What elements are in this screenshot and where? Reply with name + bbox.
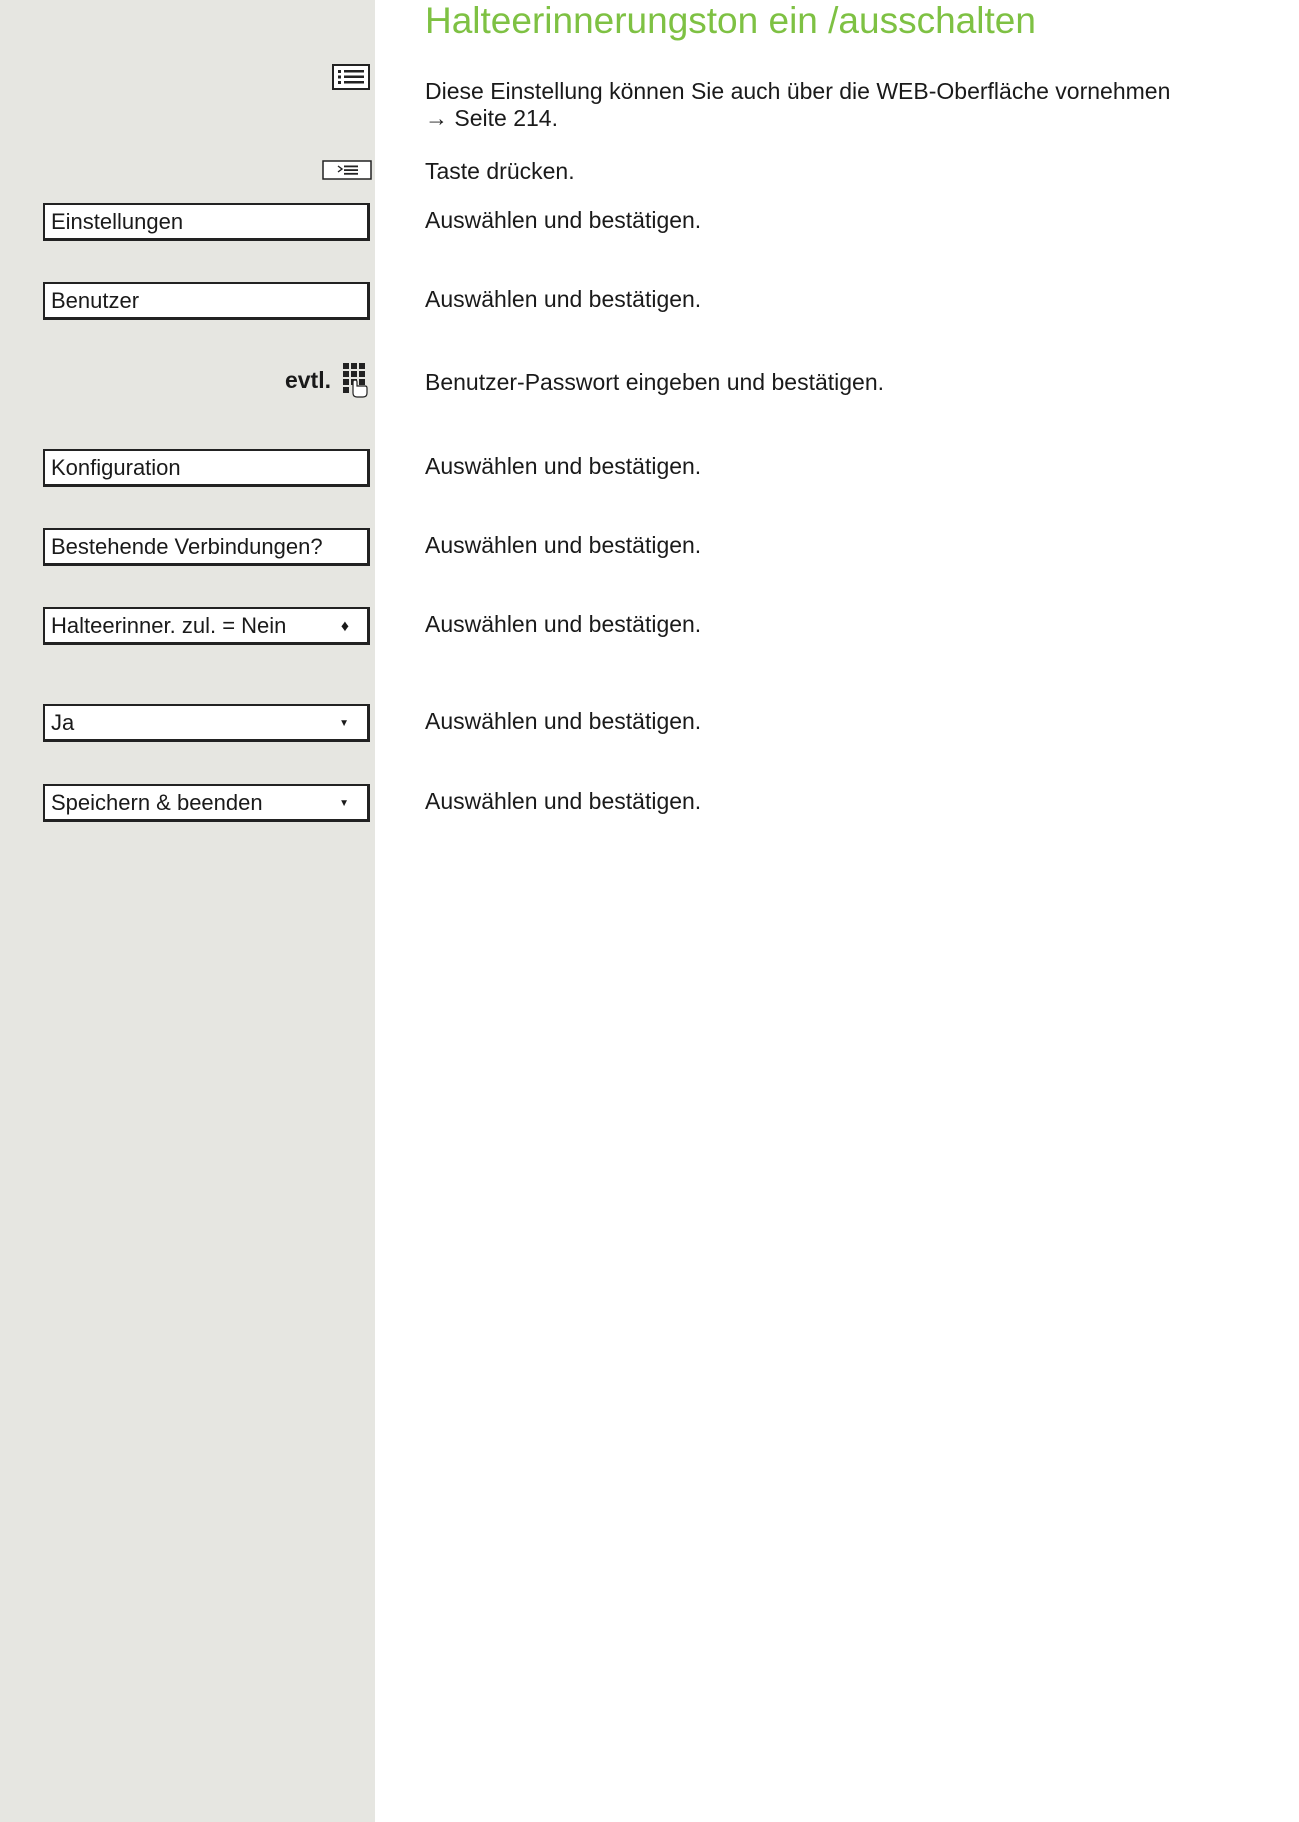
menu-item-label: Speichern & beenden <box>51 790 263 815</box>
optional-label: evtl. <box>284 367 331 393</box>
page-title: Halteerinnerungston ein /ausschalten <box>425 0 1036 41</box>
page-reference: → Seite 214. <box>425 105 558 131</box>
note-line-1: Diese Einstellung können Sie auch über d… <box>425 78 1171 104</box>
menu-item-label: Konfiguration <box>51 455 181 480</box>
menu-item-speichern-beenden[interactable]: Speichern & beenden ▼ <box>43 784 370 822</box>
up-down-arrow-icon: ♦ <box>340 618 349 635</box>
menu-item-halteerinnerung[interactable]: Halteerinner. zul. = Nein ♦ <box>43 607 370 645</box>
step-text: Auswählen und bestätigen. <box>425 207 702 233</box>
step-text: Auswählen und bestätigen. <box>425 532 702 558</box>
down-arrow-icon: ▼ <box>339 798 349 809</box>
web-settings-icon <box>332 64 370 95</box>
menu-item-einstellungen[interactable]: Einstellungen <box>43 203 370 241</box>
menu-item-konfiguration[interactable]: Konfiguration <box>43 449 370 487</box>
step-text: Benutzer-Passwort eingeben und bestätige… <box>425 369 885 395</box>
step-text: Auswählen und bestätigen. <box>425 453 702 479</box>
step-text: Auswählen und bestätigen. <box>425 788 702 814</box>
step-text: Auswählen und bestätigen. <box>425 708 702 734</box>
menu-item-label: Ja <box>51 710 75 735</box>
menu-item-bestehende-verbindungen[interactable]: Bestehende Verbindungen? <box>43 528 370 566</box>
step-text: Taste drücken. <box>425 158 575 184</box>
step-text: Auswählen und bestätigen. <box>425 286 702 312</box>
sidebar <box>0 0 375 1822</box>
step-text: Auswählen und bestätigen. <box>425 611 702 637</box>
menu-item-ja[interactable]: Ja ▼ <box>43 704 370 742</box>
down-arrow-icon: ▼ <box>339 718 349 729</box>
menu-item-label: Halteerinner. zul. = Nein <box>51 613 287 638</box>
keypad-icon <box>342 362 370 403</box>
menu-key-icon <box>322 160 372 185</box>
menu-item-label: Benutzer <box>51 288 140 313</box>
menu-item-benutzer[interactable]: Benutzer <box>43 282 370 320</box>
menu-item-label: Bestehende Verbindungen? <box>51 534 323 559</box>
menu-item-label: Einstellungen <box>51 209 184 234</box>
